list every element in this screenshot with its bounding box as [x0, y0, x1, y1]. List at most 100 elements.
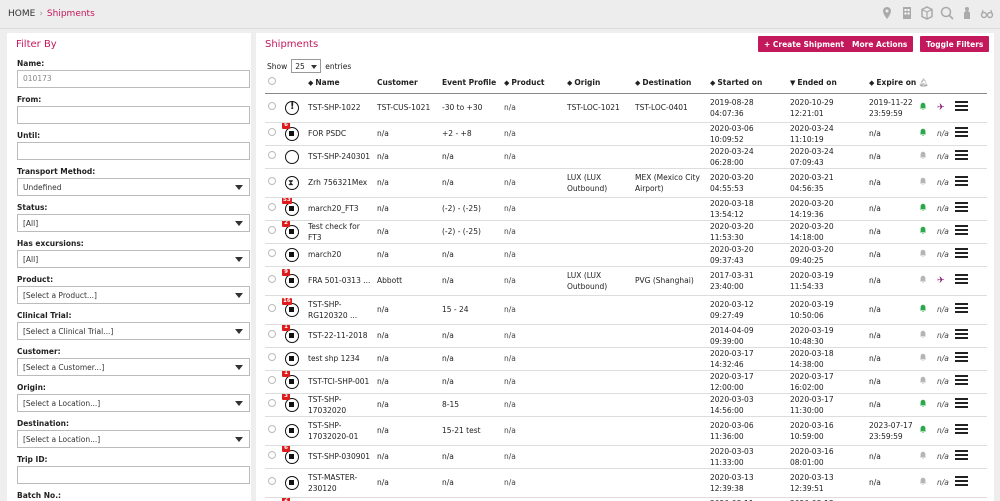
shipment-name[interactable]: TST-SHP-17032020-01 [305, 416, 374, 446]
row-menu-icon[interactable] [955, 329, 968, 339]
customer-select[interactable]: [Select a Customer...] [17, 358, 250, 376]
alarm-cell[interactable] [916, 295, 934, 325]
shipment-name[interactable]: TST-SHP-240301 [305, 145, 374, 169]
origin-select[interactable]: [Select a Location...] [17, 394, 250, 412]
destination-select[interactable]: [Select a Location...] [17, 430, 250, 448]
row-menu-icon[interactable] [955, 375, 968, 385]
table-row[interactable]: 6 FOR PSDC n/a +2 - +8 n/a 2020-03-06 10:09:5… [265, 122, 987, 146]
shipment-name[interactable]: TST-SHP-17032020 [305, 393, 374, 417]
menu-cell[interactable] [952, 445, 987, 469]
alarm-cell[interactable] [916, 445, 934, 469]
breadcrumb-home[interactable]: HOME [8, 9, 35, 19]
row-menu-icon[interactable] [955, 398, 968, 408]
menu-cell[interactable] [952, 197, 987, 221]
shipment-name[interactable]: FOR PSDC [305, 122, 374, 146]
shipment-name[interactable]: march13 [305, 497, 374, 501]
col-event-profile[interactable]: Event Profile [439, 73, 501, 94]
menu-cell[interactable] [952, 468, 987, 498]
building-icon[interactable] [900, 6, 914, 20]
menu-cell[interactable] [952, 243, 987, 267]
alarm-cell[interactable] [916, 266, 934, 296]
row-checkbox[interactable] [268, 249, 276, 257]
menu-cell[interactable] [952, 168, 987, 198]
alarm-cell[interactable] [916, 220, 934, 244]
more-actions-button[interactable]: More Actions [846, 36, 914, 52]
bell-icon[interactable] [919, 425, 927, 433]
row-checkbox[interactable] [268, 151, 276, 159]
table-row[interactable]: 16 TST-SHP-RG120320 ... n/a 15 - 24 n/a 2020-… [265, 295, 987, 325]
person-icon[interactable] [960, 6, 974, 20]
bell-icon[interactable] [919, 177, 927, 185]
col-destination[interactable]: ◆ Destination [632, 73, 707, 94]
row-checkbox[interactable] [268, 304, 276, 312]
alarm-cell[interactable] [916, 122, 934, 146]
alarm-cell[interactable] [916, 347, 934, 371]
page-size-select[interactable]: 25 [291, 59, 322, 73]
row-checkbox[interactable] [268, 275, 276, 283]
alarm-cell[interactable] [916, 168, 934, 198]
menu-cell[interactable] [952, 220, 987, 244]
menu-cell[interactable] [952, 145, 987, 169]
menu-cell[interactable] [952, 497, 987, 501]
row-menu-icon[interactable] [955, 424, 968, 434]
row-select-cell[interactable] [265, 393, 281, 417]
until-input[interactable] [17, 142, 250, 160]
col-started[interactable]: ◆ Started on [707, 73, 787, 94]
row-checkbox[interactable] [268, 399, 276, 407]
row-select-cell[interactable] [265, 468, 281, 498]
table-row[interactable]: TST-SHP-17032020-01 n/a 15-21 test n/a 2020-… [265, 416, 987, 446]
alarm-cell[interactable] [916, 243, 934, 267]
row-select-cell[interactable] [265, 416, 281, 446]
bell-icon[interactable] [919, 151, 927, 159]
row-menu-icon[interactable] [955, 176, 968, 186]
shipment-name[interactable]: march20 [305, 243, 374, 267]
row-checkbox[interactable] [268, 102, 276, 110]
menu-cell[interactable] [952, 295, 987, 325]
row-select-cell[interactable] [265, 220, 281, 244]
table-row[interactable]: 6 TST-SHP-030901 n/a n/a n/a 2020-03-03 11:33… [265, 445, 987, 469]
col-ended[interactable]: ▼ Ended on [787, 73, 866, 94]
bell-icon[interactable] [919, 376, 927, 384]
bell-icon[interactable] [919, 102, 927, 110]
table-row[interactable]: TST-SHP-240301 n/a n/a n/a 2020-03-24 06:28:… [265, 145, 987, 169]
excursions-select[interactable]: [All] [17, 250, 250, 268]
name-input[interactable]: 010173 [17, 70, 250, 88]
row-menu-icon[interactable] [955, 450, 968, 460]
bell-icon[interactable] [919, 399, 927, 407]
menu-cell[interactable] [952, 266, 987, 296]
status-select[interactable]: [All] [17, 214, 250, 232]
trial-select[interactable]: [Select a Clinical Trial...] [17, 322, 250, 340]
shipment-name[interactable]: TST-22-11-2018 [305, 324, 374, 348]
alarm-cell[interactable] [916, 324, 934, 348]
row-select-cell[interactable] [265, 347, 281, 371]
menu-cell[interactable] [952, 122, 987, 146]
row-checkbox[interactable] [268, 128, 276, 136]
alarm-cell[interactable] [916, 497, 934, 501]
glasses-icon[interactable] [980, 6, 994, 20]
row-checkbox[interactable] [268, 177, 276, 185]
shipment-name[interactable]: test shp 1234 [305, 347, 374, 371]
row-select-cell[interactable] [265, 93, 281, 123]
row-menu-icon[interactable] [955, 202, 968, 212]
bell-icon[interactable] [919, 353, 927, 361]
product-select[interactable]: [Select a Product...] [17, 286, 250, 304]
bell-icon[interactable] [919, 330, 927, 338]
table-row[interactable]: 1 TST-22-11-2018 n/a n/a n/a 2014-04-09 09:39… [265, 324, 987, 348]
from-input[interactable] [17, 106, 250, 124]
row-menu-icon[interactable] [955, 150, 968, 160]
shipment-name[interactable]: TST-TCI-SHP-001 [305, 370, 374, 394]
table-row[interactable]: TST-MASTER-230120 n/a n/a n/a 2020-03-13 12:… [265, 468, 987, 498]
col-product[interactable]: ◆ Product [501, 73, 564, 94]
row-select-cell[interactable] [265, 324, 281, 348]
menu-cell[interactable] [952, 393, 987, 417]
row-checkbox[interactable] [268, 451, 276, 459]
shipment-name[interactable]: Zrh 756321Mex [305, 168, 374, 198]
shipment-name[interactable]: FRA 501-0313 ... [305, 266, 374, 296]
select-all-header[interactable] [265, 73, 281, 94]
row-checkbox[interactable] [268, 353, 276, 361]
row-menu-icon[interactable] [955, 225, 968, 235]
alarm-cell[interactable] [916, 370, 934, 394]
row-menu-icon[interactable] [955, 476, 968, 486]
select-all-checkbox[interactable] [268, 77, 276, 86]
bell-icon[interactable] [919, 275, 927, 283]
